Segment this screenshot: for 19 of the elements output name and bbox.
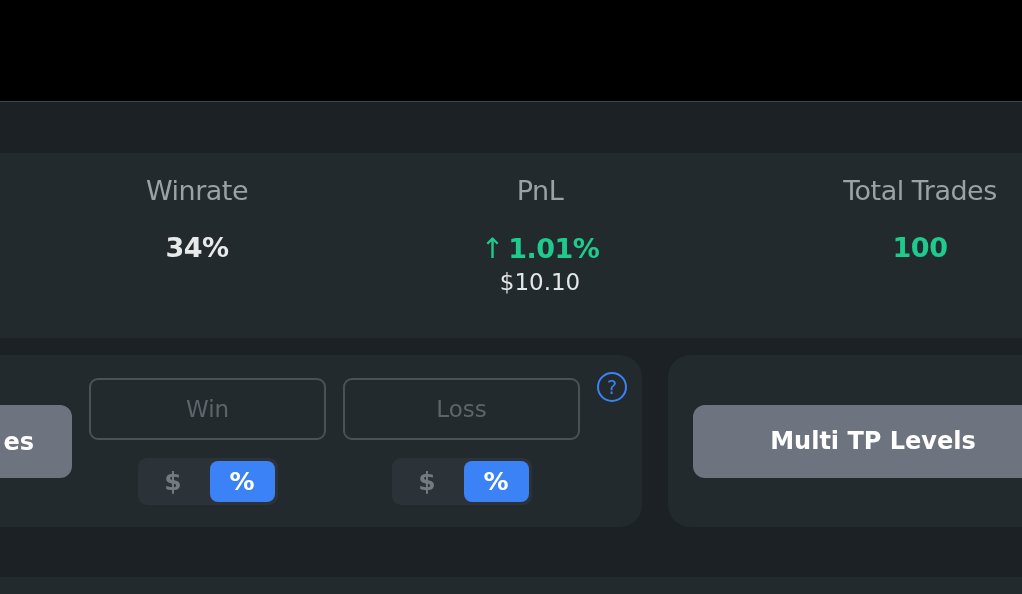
stat-label: Total Trades	[843, 175, 997, 206]
unit-option[interactable]: $	[140, 461, 206, 502]
stat-value: 100	[892, 232, 948, 263]
unit-option[interactable]: %	[463, 461, 529, 502]
trend-arrow: ↑	[480, 232, 505, 265]
input-field[interactable]: Win	[89, 378, 326, 440]
stat-amount: $10.10	[499, 269, 581, 295]
stat-value: 1.01%	[508, 233, 600, 264]
stat-label: PnL	[516, 175, 564, 206]
input-field[interactable]: Loss	[343, 378, 580, 440]
stat-value: 34%	[165, 232, 229, 263]
unit-toggle[interactable]: $ %	[391, 458, 532, 505]
help-button[interactable]: ?	[597, 372, 627, 402]
unit-toggle[interactable]: $ %	[137, 458, 278, 505]
unit-option[interactable]: %	[209, 461, 275, 502]
unit-option[interactable]: $	[394, 461, 460, 502]
stat-label: Winrate	[145, 175, 249, 206]
options-button[interactable]: es	[0, 405, 72, 478]
multi-tp-levels-button[interactable]: Multi TP Levels	[693, 404, 1022, 478]
